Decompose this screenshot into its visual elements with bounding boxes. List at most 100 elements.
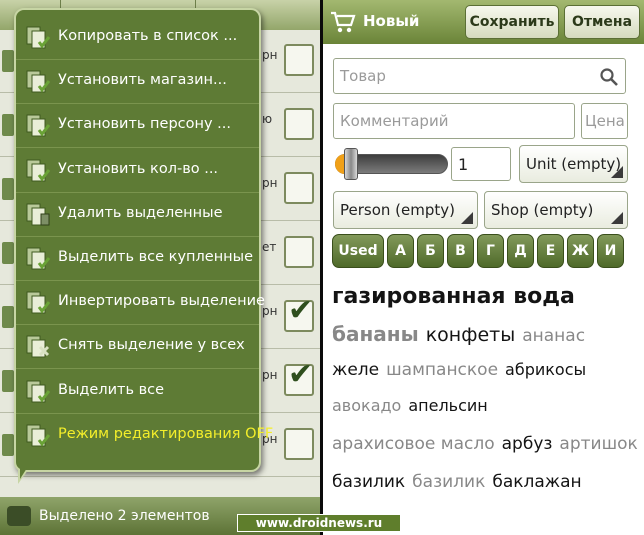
quantity-box-icon (26, 159, 51, 182)
search-icon[interactable] (599, 67, 619, 87)
menu-item-label: Выделить все купленные (58, 249, 254, 265)
save-button[interactable]: Сохранить (465, 5, 559, 39)
menu-item[interactable]: Снять выделение у всех (16, 325, 259, 370)
select-bought-icon (26, 247, 51, 270)
alphabet-tab[interactable]: И (597, 234, 624, 268)
copy-list-icon (26, 26, 51, 49)
tag-item[interactable]: базилик (412, 472, 485, 492)
item-checkbox[interactable] (284, 428, 314, 460)
right-screen: Новый Сохранить Отмена Товар Комментарий… (323, 0, 644, 535)
item-checkbox[interactable] (284, 172, 314, 204)
menu-item-label: Установить персону ... (58, 116, 232, 133)
price-placeholder: Цена (585, 112, 625, 130)
menu-item[interactable]: Удалить выделенные (16, 193, 259, 237)
item-checkbox[interactable]: ✔ (284, 360, 314, 396)
item-icon (2, 370, 14, 392)
status-text: Выделено 2 элементов (39, 508, 210, 524)
tag-item[interactable]: конфеты (426, 324, 516, 346)
row-side-text: ет (262, 240, 277, 254)
select-all-icon (26, 380, 51, 403)
menu-item-label: Инвертировать выделение (58, 293, 265, 310)
unit-spinner-text: Unit (empty) (526, 155, 622, 173)
dropdown-arrow-icon (461, 212, 473, 224)
menu-item[interactable]: Копировать в список ... (16, 16, 259, 60)
watermark: www.droidnews.ru (237, 514, 401, 532)
dropdown-arrow-icon (611, 212, 623, 224)
tag-item[interactable]: желе (332, 360, 379, 380)
menu-item[interactable]: Инвертировать выделение (16, 281, 265, 326)
item-input[interactable]: Товар (333, 58, 626, 94)
item-icon (2, 50, 14, 72)
menu-item[interactable]: Выделить все (16, 370, 259, 414)
tag-item[interactable]: арахисовое масло (332, 434, 495, 454)
person-check-icon (26, 114, 51, 137)
left-screen: рн ю рн ет рн ✔ рн ✔ рн Копировать в список ... У… (0, 0, 320, 535)
page-title: Новый (363, 12, 420, 30)
item-checkbox[interactable] (284, 236, 314, 268)
tag-item[interactable]: газированная вода (332, 284, 575, 309)
item-icon (2, 178, 14, 200)
menu-item[interactable]: Установить персону ... (16, 104, 259, 149)
tag-item[interactable]: баклажан (492, 472, 581, 492)
quantity-value: 1 (458, 155, 469, 174)
comment-input[interactable]: Комментарий (333, 103, 575, 139)
row-side-text: рн (262, 176, 278, 190)
alphabet-tab[interactable]: Ж (567, 234, 594, 268)
item-icon (2, 114, 14, 136)
unit-spinner[interactable]: Unit (empty) (519, 145, 628, 183)
menu-item-label: Выделить все (58, 381, 165, 398)
tag-item[interactable]: абрикосы (505, 360, 586, 379)
alphabet-tab[interactable]: Г (477, 234, 504, 268)
title-bar: Новый Сохранить Отмена (323, 0, 644, 44)
menu-item-label: Режим редактирования OFF (58, 425, 274, 442)
item-icon (2, 306, 14, 328)
menu-item[interactable]: Установить кол-во ... (16, 149, 259, 193)
alphabet-tab[interactable]: Д (507, 234, 534, 268)
quantity-input[interactable]: 1 (451, 147, 511, 181)
tag-item[interactable]: апельсин (408, 396, 487, 415)
alphabet-tab-bar: Used А Б В Г Д Е Ж И (332, 234, 644, 270)
row-side-text: ю (262, 112, 273, 126)
price-input[interactable]: Цена (581, 103, 628, 139)
tag-item[interactable]: базилик (332, 472, 405, 492)
item-checkbox[interactable] (284, 108, 314, 140)
quantity-slider-thumb[interactable] (344, 148, 358, 180)
tag-item[interactable]: арбуз (502, 434, 553, 454)
alphabet-tab[interactable]: В (447, 234, 474, 268)
item-checkbox[interactable]: ✔ (284, 296, 314, 332)
tag-item[interactable]: ананас (522, 326, 585, 346)
shop-spinner-text: Shop (empty) (491, 201, 594, 219)
shop-spinner[interactable]: Shop (empty) (484, 191, 628, 229)
alphabet-tab[interactable]: Б (417, 234, 444, 268)
menu-item-label: Копировать в список ... (58, 28, 238, 44)
tag-item[interactable]: шампанское (386, 360, 498, 380)
chat-bubble-icon (7, 506, 31, 526)
menu-item-label: Установить кол-во ... (58, 160, 219, 177)
alphabet-tab[interactable]: Е (537, 234, 564, 268)
comment-placeholder: Комментарий (340, 112, 449, 130)
dropdown-arrow-icon (611, 166, 623, 178)
menu-item[interactable]: Установить магазин... (16, 60, 259, 105)
checkmark-icon: ✔ (288, 357, 314, 392)
tag-item[interactable]: бананы (332, 322, 419, 346)
delete-selected-icon (26, 203, 50, 226)
alphabet-tab[interactable]: Used (332, 234, 384, 268)
context-menu: Копировать в список ... Установить магази… (14, 8, 273, 484)
tag-item[interactable]: артишок (559, 434, 637, 454)
item-icon (2, 242, 14, 264)
edit-mode-icon (26, 424, 51, 447)
person-spinner-text: Person (empty) (340, 201, 455, 219)
item-checkbox[interactable] (284, 44, 314, 76)
row-side-text: рн (262, 368, 278, 382)
person-spinner[interactable]: Person (empty) (333, 191, 478, 229)
cart-icon (331, 11, 356, 33)
tag-item[interactable]: авокадо (332, 396, 401, 415)
menu-item-label: Снять выделение у всех (58, 337, 245, 354)
menu-item-label: Удалить выделенные (58, 204, 223, 221)
alphabet-tab[interactable]: А (387, 234, 414, 268)
invert-selection-icon (26, 291, 51, 314)
menu-item[interactable]: Режим редактирования OFF (16, 414, 273, 458)
menu-item[interactable]: Выделить все купленные (16, 237, 259, 281)
menu-item-label: Установить магазин... (58, 72, 227, 89)
cancel-button[interactable]: Отмена (564, 5, 640, 39)
